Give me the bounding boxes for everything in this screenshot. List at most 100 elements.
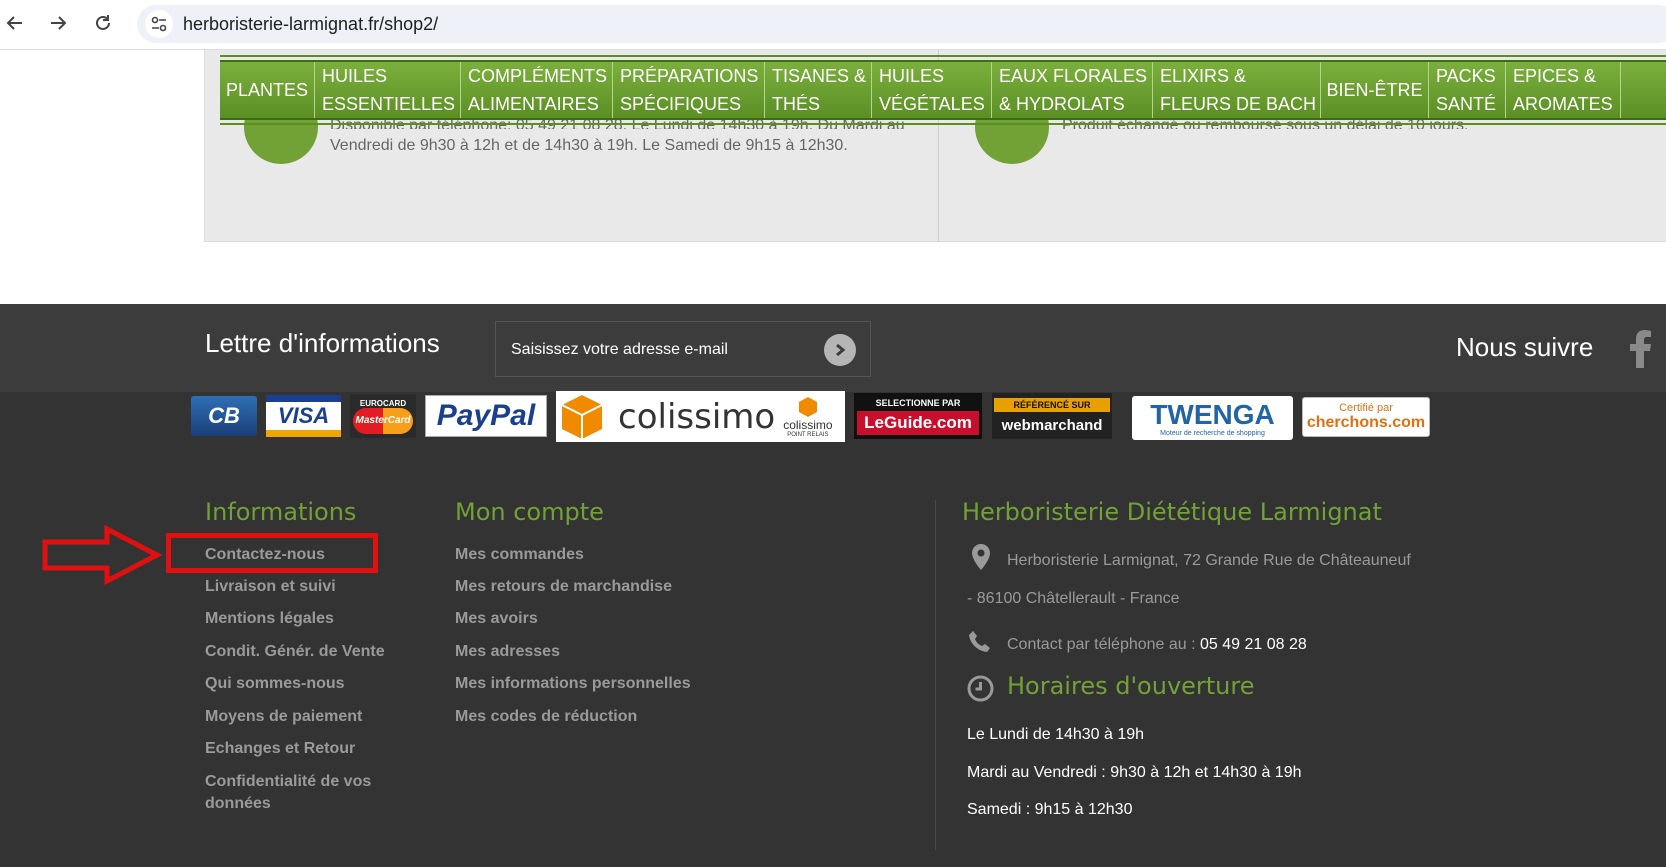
twenga-text: TWENGA <box>1150 398 1275 430</box>
menu-label: HUILES <box>879 66 945 86</box>
newsletter-submit-button[interactable] <box>824 334 856 366</box>
package-small-icon <box>798 396 817 417</box>
link-mes-adresses[interactable]: Mes adresses <box>455 641 560 663</box>
menu-label: & HYDROLATS <box>999 94 1125 114</box>
link-confidentialite[interactable]: Confidentialité de vos <box>205 771 371 793</box>
main-menu: PLANTES HUILES ESSENTIELLES COMPLÉMENTS AL… <box>220 60 1666 120</box>
mastercard-top-text: EUROCARD <box>359 398 407 408</box>
link-livraison[interactable]: Livraison et suivi <box>205 576 336 598</box>
link-moyens-paiement[interactable]: Moyens de paiement <box>205 706 362 728</box>
menu-label: EPICES & <box>1513 66 1597 86</box>
package-icon <box>561 394 603 439</box>
menu-label: ESSENTIELLES <box>322 94 456 114</box>
phone-label-text: Contact par téléphone au : <box>1007 636 1201 653</box>
mastercard-text: MasterCard <box>353 407 413 434</box>
menu-item-plantes[interactable]: PLANTES <box>220 62 315 118</box>
link-qui-sommes-nous[interactable]: Qui sommes-nous <box>205 673 345 695</box>
menu-item-packs-sante[interactable]: PACKS SANTÉ <box>1429 62 1506 118</box>
store-title: Herboristerie Diététique Larmignat <box>962 498 1382 526</box>
menu-label: PLANTES <box>225 80 309 100</box>
page-root: { "browser": { "url": "herboristerie-lar… <box>0 0 1666 867</box>
link-mes-avoirs[interactable]: Mes avoirs <box>455 608 538 630</box>
menu-item-preparations[interactable]: PRÉPARATIONS SPÉCIFIQUES <box>613 62 765 118</box>
informations-title: Informations <box>205 498 357 526</box>
visa-logo-text: VISA <box>277 403 330 428</box>
link-mes-informations[interactable]: Mes informations personnelles <box>455 673 691 695</box>
address-bar[interactable]: herboristerie-larmignat.fr/shop2/ <box>137 5 1666 43</box>
newsletter-email-input[interactable] <box>511 341 811 359</box>
footer: Lettre d'informations Nous suivre Inform… <box>0 304 1666 867</box>
menu-line <box>220 123 1666 125</box>
mastercard-logo: EUROCARD MasterCard <box>350 394 416 438</box>
url-text: herboristerie-larmignat.fr/shop2/ <box>183 14 439 34</box>
map-pin-icon <box>972 544 990 570</box>
menu-label: SPÉCIFIQUES <box>620 94 742 114</box>
colissimo-relais: colissimo POINT RELAIS <box>783 396 833 438</box>
facebook-icon[interactable] <box>1628 330 1652 368</box>
link-confidentialite-line2[interactable]: données <box>205 793 271 815</box>
menu-label: TISANES & <box>772 66 867 86</box>
colissimo-small-text: colissimo <box>783 417 833 432</box>
webmarchand-top-text: RÉFÉRENCÉ SUR <box>994 398 1110 412</box>
hours-weekdays: Mardi au Vendredi : 9h30 à 12h et 14h30 … <box>967 764 1302 781</box>
newsletter-bar: Lettre d'informations Nous suivre <box>0 304 1666 392</box>
chevron-right-icon <box>836 343 846 357</box>
follow-title: Nous suivre <box>1456 332 1594 362</box>
link-mes-retours[interactable]: Mes retours de marchandise <box>455 576 672 598</box>
link-cgv[interactable]: Condit. Génér. de Vente <box>205 641 385 663</box>
menu-label: BIEN-ÊTRE <box>1326 80 1423 100</box>
menu-line <box>220 55 1666 57</box>
menu-label: HUILES <box>322 66 388 86</box>
link-mentions-legales[interactable]: Mentions légales <box>205 608 334 630</box>
link-mes-codes[interactable]: Mes codes de réduction <box>455 706 637 728</box>
phone-number[interactable]: 05 49 21 08 28 <box>1200 636 1307 653</box>
menu-item-eaux-florales[interactable]: EAUX FLORALES & HYDROLATS <box>992 62 1153 118</box>
back-button[interactable] <box>0 8 30 38</box>
footer-divider <box>935 500 936 850</box>
phone-icon <box>969 631 990 652</box>
leguide-text: LeGuide.com <box>857 410 979 435</box>
twenga-sub-text: Moteur de recherche de shopping <box>1160 429 1265 437</box>
hours-monday: Le Lundi de 14h30 à 19h <box>967 726 1145 743</box>
cherchons-top-text: Certifié par <box>1339 402 1393 414</box>
account-title: Mon compte <box>455 498 604 526</box>
newsletter-form <box>495 321 871 377</box>
menu-item-elixirs[interactable]: ELIXIRS & FLEURS DE BACH <box>1153 62 1321 118</box>
menu-item-huiles-essentielles[interactable]: HUILES ESSENTIELLES <box>315 62 461 118</box>
menu-item-tisanes[interactable]: TISANES & THÉS <box>765 62 872 118</box>
menu-label: ALIMENTAIRES <box>468 94 599 114</box>
clock-icon <box>967 675 994 702</box>
newsletter-title: Lettre d'informations <box>205 328 440 358</box>
menu-label: SANTÉ <box>1436 94 1497 114</box>
menu-item-complements[interactable]: COMPLÉMENTS ALIMENTAIRES <box>461 62 613 118</box>
menu-item-huiles-vegetales[interactable]: HUILES VÉGÉTALES <box>872 62 992 118</box>
store-address-line2: - 86100 Châtellerault - France <box>967 590 1180 607</box>
menu-label: COMPLÉMENTS <box>468 66 608 86</box>
forward-button[interactable] <box>43 8 73 38</box>
webmarchand-logo: RÉFÉRENCÉ SUR webmarchand <box>992 393 1112 439</box>
visa-logo: VISA <box>266 395 341 437</box>
arrow-left-icon <box>6 16 22 30</box>
menu-label: PACKS <box>1436 66 1496 86</box>
menu-label: THÉS <box>772 94 821 114</box>
site-info-button[interactable] <box>145 10 173 38</box>
colissimo-text: colissimo <box>618 396 776 437</box>
annotation-highlight-box <box>166 533 378 573</box>
menu-label: FLEURS DE BACH <box>1160 94 1317 114</box>
arrow-right-icon <box>51 16 67 30</box>
link-mes-commandes[interactable]: Mes commandes <box>455 544 584 566</box>
leguide-top-text: SELECTIONNE PAR <box>875 397 961 408</box>
menu-item-epices[interactable]: EPICES & AROMATES <box>1506 62 1621 118</box>
cherchons-logo: Certifié par cherchons.com <box>1302 397 1430 437</box>
cb-logo-text: CB <box>208 403 240 428</box>
menu-label: ELIXIRS & <box>1160 66 1247 86</box>
menu-item-bien-etre[interactable]: BIEN-ÊTRE <box>1321 62 1429 118</box>
link-echanges-retour[interactable]: Echanges et Retour <box>205 738 355 760</box>
hours-saturday: Samedi : 9h15 à 12h30 <box>967 801 1133 818</box>
reload-icon <box>96 15 110 30</box>
cherchons-text: cherchons.com <box>1306 414 1426 431</box>
reload-button[interactable] <box>88 8 118 38</box>
leguide-logo: SELECTIONNE PAR LeGuide.com <box>854 393 982 439</box>
cb-logo: CB <box>191 396 257 436</box>
menu-label: AROMATES <box>1513 94 1613 114</box>
